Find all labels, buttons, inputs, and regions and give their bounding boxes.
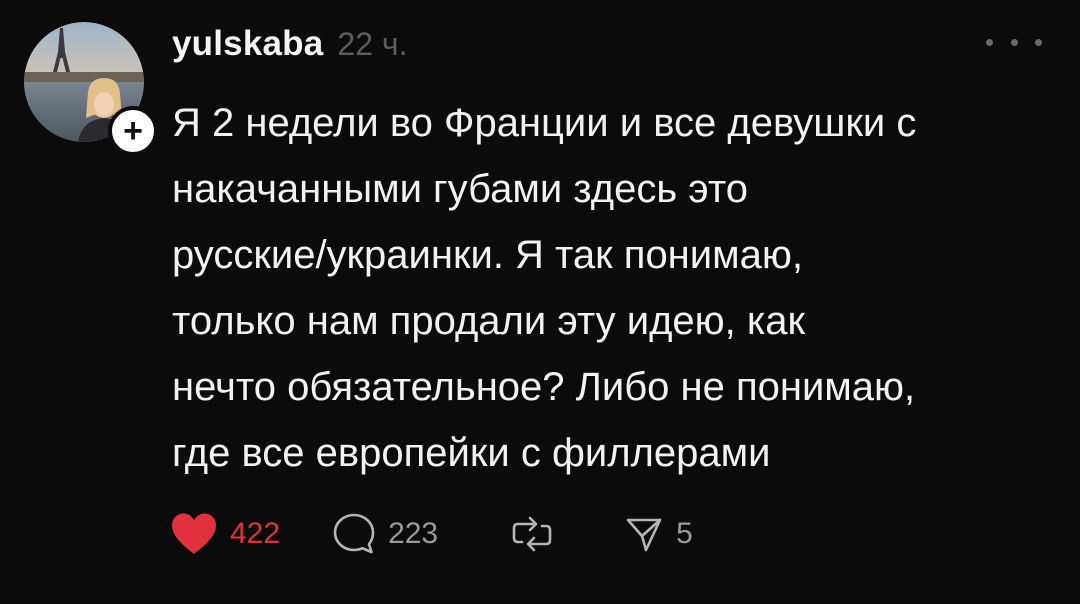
heart-icon xyxy=(172,513,216,554)
plus-icon: + xyxy=(123,112,143,150)
avatar-container: + xyxy=(24,22,158,156)
thread-post: + yulskaba 22 ч. Я 2 недели во Франции и… xyxy=(0,0,1080,604)
username-link[interactable]: yulskaba xyxy=(172,24,323,64)
comment-icon xyxy=(333,513,375,554)
post-header: yulskaba 22 ч. xyxy=(172,24,407,68)
like-count: 422 xyxy=(230,517,281,550)
follow-button[interactable]: + xyxy=(108,106,158,156)
more-dots-icon xyxy=(986,38,993,46)
more-options-button[interactable] xyxy=(986,30,1042,54)
repost-icon xyxy=(512,516,552,552)
share-count: 5 xyxy=(676,517,693,550)
share-button[interactable]: 5 xyxy=(624,514,693,554)
like-button[interactable]: 422 xyxy=(170,512,280,556)
post-timestamp: 22 ч. xyxy=(337,26,408,62)
send-icon xyxy=(626,518,662,552)
reply-button[interactable]: 223 xyxy=(332,512,438,556)
action-bar: 422 223 5 xyxy=(170,506,693,562)
more-dots-icon xyxy=(1010,38,1018,46)
post-text: Я 2 недели во Франции и все девушки с на… xyxy=(172,101,917,475)
more-dots-icon xyxy=(1035,38,1042,46)
reply-count: 223 xyxy=(388,517,439,550)
repost-button[interactable] xyxy=(510,512,554,556)
